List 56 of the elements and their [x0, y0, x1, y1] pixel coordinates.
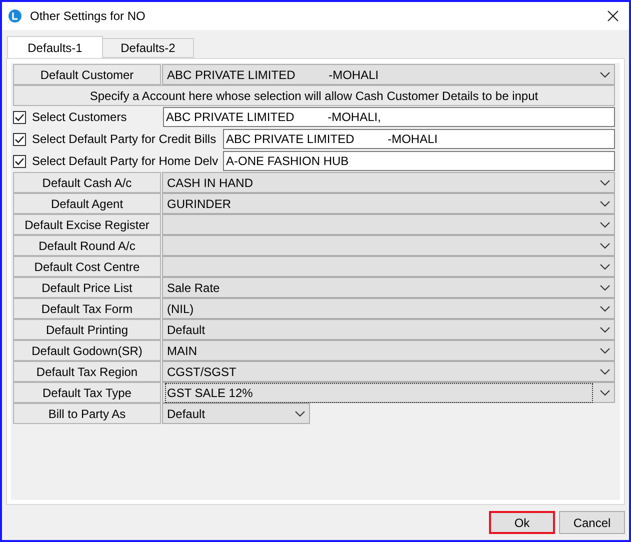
close-icon[interactable]	[607, 10, 619, 22]
dropdown-field[interactable]: GST SALE 12%	[162, 382, 615, 403]
field-label: Default Tax Region	[13, 361, 161, 382]
checkbox-label: Select Customers	[32, 109, 127, 126]
dropdown-field[interactable]	[162, 235, 615, 256]
field-label: Default Tax Form	[13, 298, 161, 319]
text-field[interactable]: A-ONE FASHION HUB	[223, 151, 615, 171]
dialog-button[interactable]: Ok	[489, 511, 555, 534]
checkbox[interactable]	[13, 110, 26, 124]
chevron-down-icon	[600, 180, 610, 186]
dropdown-field[interactable]: Sale Rate	[162, 277, 615, 298]
chevron-down-icon	[600, 368, 610, 374]
dropdown-field[interactable]: GURINDER	[162, 193, 615, 214]
text-field[interactable]: ABC PRIVATE LIMITED -MOHALI	[223, 129, 615, 149]
dropdown-field[interactable]: (NIL)	[162, 298, 615, 319]
field-label: Default Round A/c	[13, 235, 161, 256]
field-label: Default Agent	[13, 193, 161, 214]
dropdown-field[interactable]: CASH IN HAND	[162, 172, 615, 193]
chevron-down-icon	[600, 242, 610, 248]
chevron-down-icon	[600, 72, 610, 78]
chevron-down-icon	[600, 306, 610, 312]
checkbox-label: Select Default Party for Home Delv	[32, 153, 218, 170]
field-label: Default Cost Centre	[13, 256, 161, 277]
text-field[interactable]: ABC PRIVATE LIMITED -MOHALI,	[163, 107, 615, 127]
field-label: Default Godown(SR)	[13, 340, 161, 361]
field-label: Default Printing	[13, 319, 161, 340]
checkbox[interactable]	[13, 154, 26, 168]
tab[interactable]: Defaults-1	[7, 36, 103, 58]
dropdown-field[interactable]: Default	[162, 319, 615, 340]
chevron-down-icon	[600, 348, 610, 354]
chevron-down-icon	[600, 326, 610, 332]
dropdown-field[interactable]: CGST/SGST	[162, 361, 615, 382]
chevron-down-icon	[600, 264, 610, 270]
chevron-down-icon	[295, 410, 305, 416]
dropdown-field[interactable]: Default	[162, 403, 310, 424]
tab[interactable]: Defaults-2	[102, 38, 194, 58]
checkbox-label: Select Default Party for Credit Bills	[32, 131, 216, 148]
field-label: Default Tax Type	[13, 382, 161, 403]
window-title: Other Settings for NO	[30, 8, 146, 25]
chevron-down-icon	[600, 200, 610, 206]
field-label: Default Cash A/c	[13, 172, 161, 193]
field-label: Default Customer	[13, 64, 161, 85]
field-label: Default Excise Register	[13, 214, 161, 235]
field-label: Default Price List	[13, 277, 161, 298]
dropdown-field[interactable]: MAIN	[162, 340, 615, 361]
dropdown-field[interactable]	[162, 214, 615, 235]
hint-text: Specify a Account here whose selection will allow Cash Customer Details to be input	[13, 85, 615, 106]
chevron-down-icon	[600, 390, 610, 396]
checkbox[interactable]	[13, 132, 26, 146]
dropdown-field[interactable]	[162, 256, 615, 277]
field-label: Bill to Party As	[13, 403, 161, 424]
dialog-button[interactable]: Cancel	[559, 511, 625, 534]
dropdown-field[interactable]: ABC PRIVATE LIMITED -MOHALI	[162, 64, 615, 85]
chevron-down-icon	[600, 284, 610, 290]
chevron-down-icon	[600, 222, 610, 228]
app-logo-icon	[8, 9, 22, 23]
